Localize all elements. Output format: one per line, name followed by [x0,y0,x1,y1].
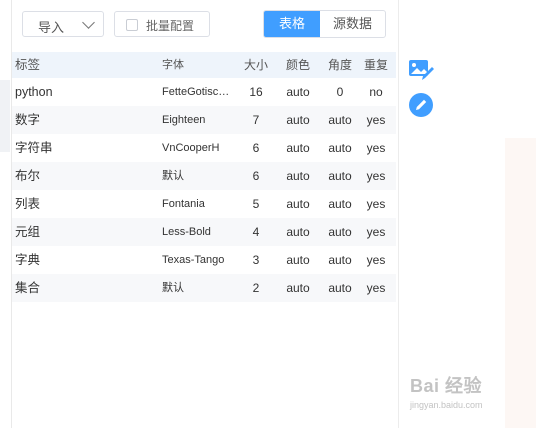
edit-circle-icon[interactable] [408,92,434,118]
header-label[interactable]: 标签 [15,52,155,78]
cell-label: python [15,85,53,99]
cell-repeat: yes [366,197,386,211]
table-row[interactable]: python FetteGotisc… 16 auto 0 no [12,78,396,106]
cell-color: auto [286,113,310,127]
cell-angle: auto [328,253,352,267]
cell-color: auto [286,169,310,183]
cell-angle: auto [328,141,352,155]
header-color[interactable]: 颜色 [282,52,314,78]
import-select-label: 导入 [38,20,65,35]
header-font[interactable]: 字体 [162,52,236,78]
image-edit-icon[interactable] [408,57,434,83]
cell-size: 4 [252,225,260,239]
cell-color: auto [286,85,310,99]
cell-font: VnCooperH [162,142,220,154]
cell-color: auto [286,281,310,295]
cell-font: Less-Bold [162,226,211,238]
cell-size: 6 [252,169,260,183]
cell-size: 2 [252,281,260,295]
cell-repeat: yes [366,225,386,239]
tab-source-data[interactable]: 源数据 [320,11,385,37]
cell-angle: auto [328,113,352,127]
batch-config-label: 批量配置 [146,19,195,33]
cell-label: 数字 [15,113,41,127]
cell-font: Texas-Tango [162,254,225,266]
cell-label: 字符串 [15,141,53,155]
cell-color: auto [286,225,310,239]
cell-font: Fontania [162,198,205,210]
chevron-down-icon [82,16,95,29]
cell-font: FetteGotisc… [162,86,230,98]
cell-color: auto [286,197,310,211]
cell-repeat: yes [366,113,386,127]
tab-table[interactable]: 表格 [264,11,320,37]
cell-repeat: yes [366,253,386,267]
table-row[interactable]: 数字 Eighteen 7 auto auto yes [12,106,396,134]
left-edge-strip [0,80,10,152]
batch-config-button[interactable]: 批量配置 [114,11,210,37]
cell-size: 3 [252,253,260,267]
table-row[interactable]: 列表 Fontania 5 auto auto yes [12,190,396,218]
table-row[interactable]: 字符串 VnCooperH 6 auto auto yes [12,134,396,162]
table-header: 标签 字体 大小 颜色 角度 重复 [12,52,396,78]
batch-config-checkbox[interactable] [126,19,138,31]
cell-repeat: no [369,85,383,99]
watermark-url: jingyan.baidu.com [410,400,483,410]
cell-size: 16 [249,85,263,99]
watermark-logo: Bai 经验 [410,376,483,396]
table-row[interactable]: 集合 默认 2 auto auto yes [12,274,396,302]
table-row[interactable]: 字典 Texas-Tango 3 auto auto yes [12,246,396,274]
cell-font: Eighteen [162,114,206,126]
cell-label: 字典 [15,253,41,267]
cell-angle: auto [328,281,352,295]
cell-font: 默认 [162,170,184,182]
cell-angle: auto [328,225,352,239]
cell-font: 默认 [162,282,184,294]
cell-angle: auto [328,169,352,183]
header-repeat[interactable]: 重复 [362,52,390,78]
cell-angle: 0 [336,85,344,99]
cell-label: 布尔 [15,169,41,183]
cell-repeat: yes [366,169,386,183]
header-angle[interactable]: 角度 [326,52,354,78]
cell-size: 6 [252,141,260,155]
table-row[interactable]: 元组 Less-Bold 4 auto auto yes [12,218,396,246]
watermark: Bai 经验 jingyan.baidu.com [410,372,532,412]
cell-color: auto [286,141,310,155]
view-toggle: 表格 源数据 [263,10,386,38]
header-size[interactable]: 大小 [244,52,268,78]
cell-label: 列表 [15,197,41,211]
cell-label: 集合 [15,281,41,295]
cell-size: 7 [252,113,260,127]
cell-color: auto [286,253,310,267]
cell-size: 5 [252,197,260,211]
cell-angle: auto [328,197,352,211]
cell-repeat: yes [366,141,386,155]
table-row[interactable]: 布尔 默认 6 auto auto yes [12,162,396,190]
import-select[interactable]: 导入 [22,11,104,37]
cell-repeat: yes [366,281,386,295]
cell-label: 元组 [15,225,41,239]
